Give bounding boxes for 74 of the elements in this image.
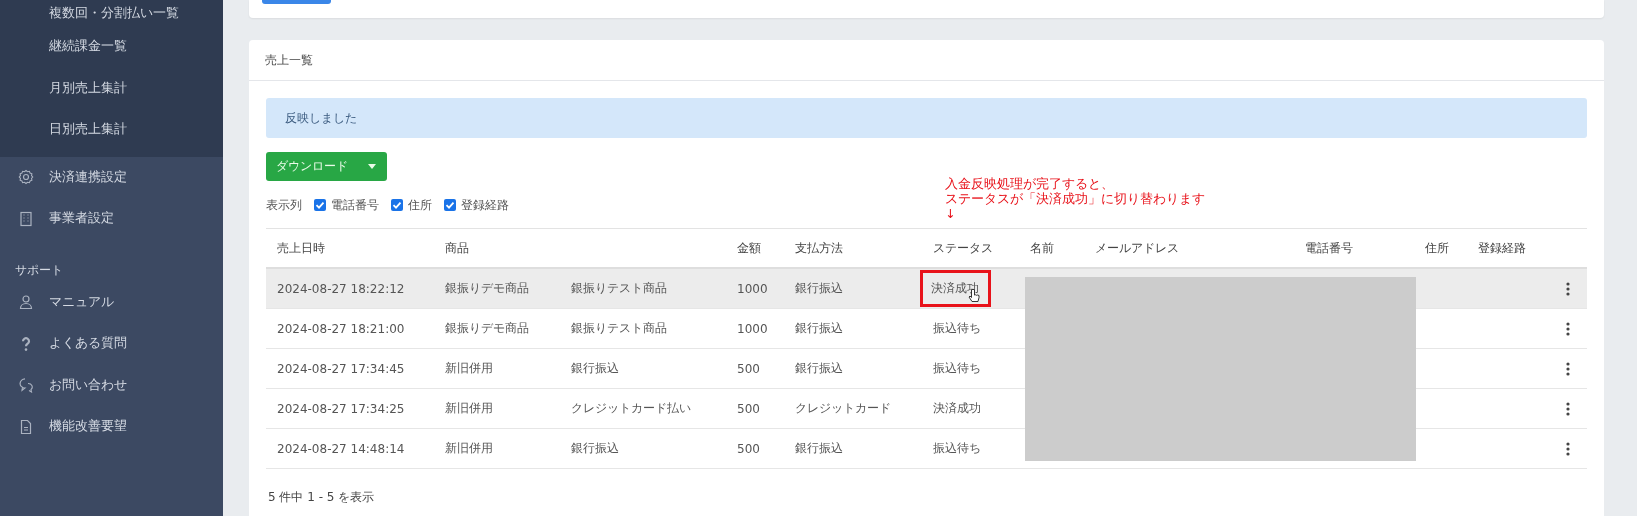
- status-cell-text: 振込待ち: [932, 360, 981, 377]
- table-cell: 2024-08-27 18:21:00: [277, 321, 405, 336]
- table-cell: 銀振りデモ商品: [445, 321, 529, 335]
- table-cell: 新旧併用: [445, 361, 493, 375]
- person-icon: [18, 294, 34, 311]
- sidebar-item[interactable]: よくある質問: [0, 323, 223, 365]
- more-icon[interactable]: [1565, 361, 1570, 376]
- table-cell: 銀行振込: [795, 361, 843, 375]
- table-cell: 銀振りデモ商品: [445, 281, 529, 295]
- status-cell-text: 決済成功: [932, 400, 981, 417]
- checkbox-label: 登録経路: [461, 196, 509, 214]
- annotation-arrow: ↓: [945, 206, 956, 221]
- sidebar-item[interactable]: 事業者設定: [0, 198, 223, 240]
- info-alert: 反映しました: [266, 98, 1587, 138]
- checkbox-label: 電話番号: [331, 196, 379, 214]
- table-cell: 1000: [737, 281, 768, 296]
- checkbox[interactable]: [314, 199, 326, 211]
- checkbox[interactable]: [444, 199, 456, 211]
- table-cell: 500: [737, 401, 760, 416]
- column-header: 売上日時: [277, 240, 325, 255]
- section-heading: サポート: [15, 262, 63, 279]
- column-header: 名前: [1030, 240, 1054, 255]
- table-cell: 2024-08-27 17:34:45: [277, 361, 405, 376]
- pagination-summary: 5 件中 1 - 5 を表示: [268, 490, 375, 504]
- sidebar-item[interactable]: 機能改善要望: [0, 406, 223, 448]
- status-cell-text: 振込待ち: [932, 320, 981, 337]
- table-cell: 銀行振込: [571, 361, 619, 375]
- more-icon[interactable]: [1565, 321, 1570, 336]
- column-header: 商品: [445, 240, 469, 255]
- table-cell: 銀行振込: [795, 281, 843, 295]
- sidebar-item[interactable]: お問い合わせ: [0, 364, 223, 406]
- table-cell: 新旧併用: [445, 401, 493, 415]
- more-icon[interactable]: [1565, 401, 1570, 416]
- table-cell: 2024-08-27 14:48:14: [277, 441, 405, 456]
- table-cell: 銀振りテスト商品: [571, 321, 667, 335]
- column-header: メールアドレス: [1095, 240, 1179, 255]
- card-title: 売上一覧: [265, 51, 313, 69]
- table-cell: 1000: [737, 321, 768, 336]
- gear-icon: [18, 169, 34, 186]
- table-cell: 500: [737, 361, 760, 376]
- column-header: 登録経路: [1478, 240, 1526, 255]
- column-header: 金額: [737, 240, 761, 255]
- table-cell: 銀行振込: [795, 441, 843, 455]
- checkbox[interactable]: [391, 199, 403, 211]
- columns-label: 表示列: [266, 196, 302, 214]
- sidebar-subitem[interactable]: 月別売上集計: [49, 79, 127, 97]
- checkbox-label: 住所: [408, 196, 432, 214]
- chat-icon: [18, 377, 34, 394]
- sidebar-subitem[interactable]: 日別売上集計: [49, 121, 127, 139]
- document-icon: [18, 418, 34, 435]
- table-cell: クレジットカード: [795, 401, 891, 415]
- column-header: ステータス: [933, 240, 993, 255]
- table-cell: 新旧併用: [445, 441, 493, 455]
- sidebar-item[interactable]: 決済連携設定: [0, 156, 223, 198]
- more-icon[interactable]: [1565, 281, 1570, 296]
- sidebar-item[interactable]: マニュアル: [0, 281, 223, 323]
- table-cell: 銀行振込: [571, 441, 619, 455]
- table-cell: 銀行振込: [795, 321, 843, 335]
- table-cell: 銀振りテスト商品: [571, 281, 667, 295]
- status-cell-text: 振込待ち: [932, 440, 981, 457]
- table-cell: 2024-08-27 17:34:25: [277, 401, 405, 416]
- building-icon: [18, 210, 34, 227]
- caret-icon: [368, 164, 376, 169]
- table-cell: 2024-08-27 18:22:12: [277, 281, 405, 296]
- more-icon[interactable]: [1565, 441, 1570, 456]
- column-header: 支払方法: [795, 240, 843, 255]
- table-cell: クレジットカード払い: [571, 401, 691, 415]
- table-cell: 500: [737, 441, 760, 456]
- annotation-text: 入金反映処理が完了すると、: [945, 176, 1115, 191]
- sidebar-subitem[interactable]: 複数回・分割払い一覧: [49, 4, 179, 22]
- annotation-text: ステータスが「決済成功」に切り替わります: [945, 191, 1205, 206]
- sidebar-subitem[interactable]: 継続課金一覧: [49, 38, 127, 56]
- column-header: 電話番号: [1305, 240, 1353, 255]
- column-header: 住所: [1425, 240, 1449, 255]
